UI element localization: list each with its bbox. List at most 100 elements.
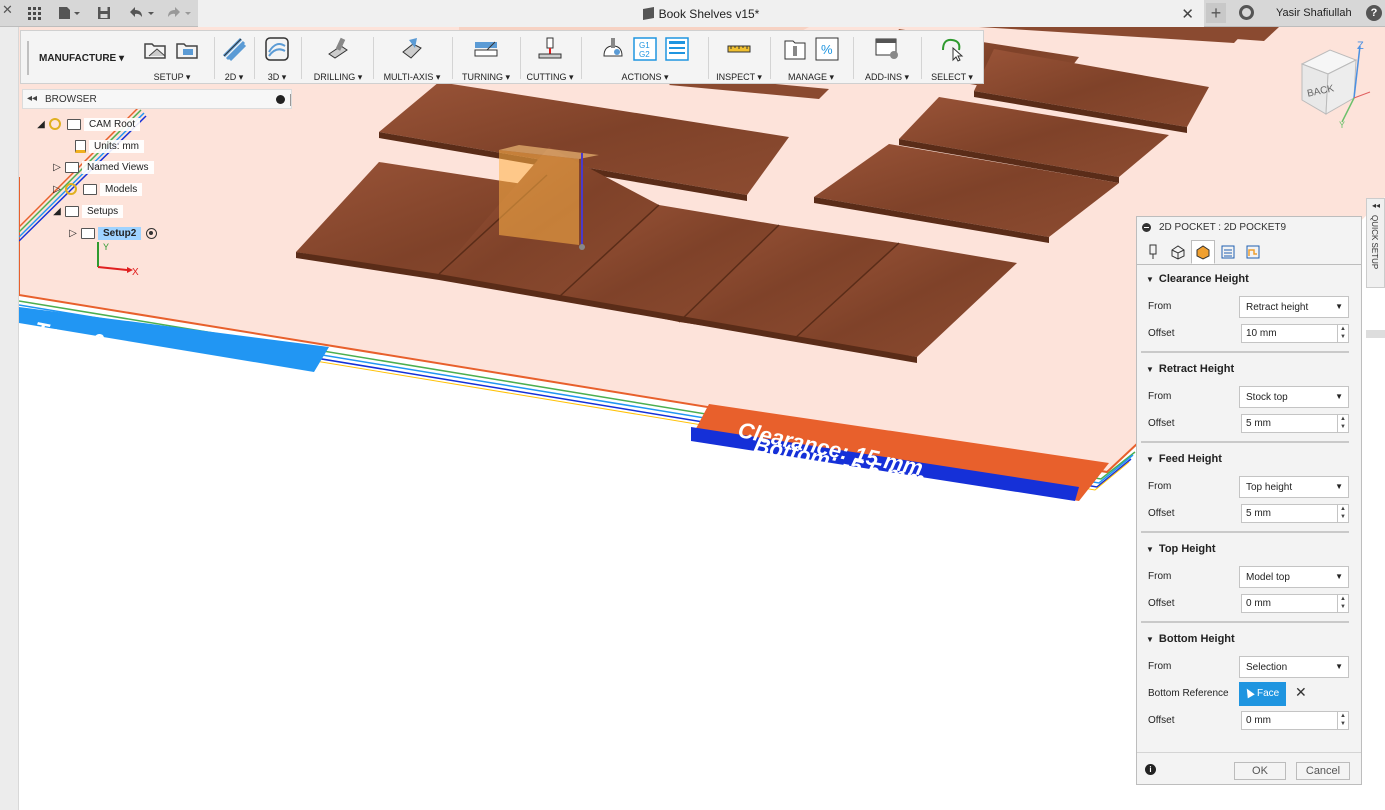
setup-icon[interactable] (142, 35, 170, 63)
3d-group[interactable]: 3D ▾ (257, 31, 297, 85)
new-tab-icon[interactable]: + (1206, 3, 1226, 23)
expand-arrow-icon[interactable]: ▷ (68, 228, 78, 239)
top-from-select[interactable]: Model top ▼ (1239, 566, 1349, 588)
tab-geometry[interactable] (1166, 240, 1190, 264)
inspect-group[interactable]: INSPECT ▾ (711, 31, 767, 85)
spinner-icon[interactable]: ▲ ▼ (1337, 505, 1348, 522)
collapse-dialog-icon[interactable] (1142, 223, 1151, 232)
cancel-button[interactable]: Cancel (1296, 762, 1350, 780)
activate-radio-icon[interactable] (146, 227, 158, 239)
collapse-arrow-icon[interactable]: ◢ (52, 206, 62, 217)
browser-resize-handle[interactable] (290, 94, 291, 106)
redo-icon[interactable] (164, 4, 194, 22)
add-ins-group[interactable]: ADD-INS ▾ (856, 31, 918, 85)
clearance-offset-input[interactable]: 10 mm ▲ ▼ (1241, 324, 1349, 343)
tree-item-units[interactable]: Units: mm (72, 137, 144, 155)
bottom-height-header[interactable]: ▼ Bottom Height (1146, 633, 1235, 645)
job-status-icon[interactable] (1239, 5, 1254, 20)
collapse-arrow-icon[interactable]: ◢ (36, 119, 46, 130)
select-icon[interactable] (938, 35, 966, 63)
select-value: Model top (1246, 572, 1290, 583)
cutting-icon[interactable] (536, 35, 564, 63)
tree-item-setup2[interactable]: ▷ Setup2 (68, 224, 158, 242)
manage-group[interactable]: % MANAGE ▾ (773, 31, 849, 85)
turning-icon[interactable] (472, 35, 500, 63)
user-name[interactable]: Yasir Shafiullah (1276, 7, 1352, 19)
tree-item-setups[interactable]: ◢ Setups (52, 202, 124, 220)
app-grid-icon[interactable] (26, 4, 42, 22)
setup-sheet-icon[interactable] (663, 35, 691, 63)
viewcube-y-label: Y (1339, 120, 1346, 130)
window-close-icon[interactable]: ✕ (2, 2, 13, 18)
units-icon (75, 139, 86, 153)
clearance-height-header[interactable]: ▼ Clearance Height (1146, 273, 1249, 285)
clearance-from-select[interactable]: Retract height ▼ (1239, 296, 1349, 318)
top-height-header[interactable]: ▼ Top Height (1146, 543, 1216, 555)
tree-item-models[interactable]: ▷ Models (52, 180, 143, 198)
info-icon[interactable]: i (1145, 764, 1156, 775)
measure-icon[interactable] (725, 35, 753, 63)
post-process-icon[interactable]: G1 G2 (631, 35, 659, 63)
actions-group[interactable]: G1 G2 ACTIONS ▾ (585, 31, 705, 85)
spinner-icon[interactable]: ▲ ▼ (1337, 712, 1348, 729)
quick-setup-tab[interactable]: ◂◂ QUICK SETUP (1366, 198, 1385, 288)
spinner-icon[interactable]: ▲ ▼ (1337, 595, 1348, 612)
spinner-icon[interactable]: ▲ ▼ (1337, 415, 1348, 432)
tree-item-cam-root[interactable]: ◢ CAM Root (36, 115, 141, 133)
document-tab[interactable]: Book Shelves v15* ✕ (198, 0, 1204, 27)
tab-passes[interactable] (1216, 240, 1240, 264)
workspace-label: MANUFACTURE (39, 52, 117, 64)
3d-adaptive-icon[interactable] (263, 35, 291, 63)
feed-from-select[interactable]: Top height ▼ (1239, 476, 1349, 498)
turning-group[interactable]: TURNING ▾ (455, 31, 517, 85)
top-offset-input[interactable]: 0 mm ▲ ▼ (1241, 594, 1349, 613)
feed-height-header[interactable]: ▼ Feed Height (1146, 453, 1222, 465)
multi-axis-group[interactable]: MULTI-AXIS ▾ (375, 31, 449, 85)
tab-tool[interactable] (1141, 240, 1165, 264)
collapse-browser-icon[interactable]: ◂◂ (27, 93, 37, 104)
tool-library-icon[interactable] (781, 35, 809, 63)
visibility-bulb-icon[interactable] (65, 183, 77, 195)
view-cube[interactable]: BACK Z Y (1290, 40, 1380, 130)
undo-icon[interactable] (126, 4, 156, 22)
expand-icon[interactable]: ◂◂ (1372, 201, 1380, 210)
retract-from-select[interactable]: Stock top ▼ (1239, 386, 1349, 408)
2d-pocket-icon[interactable] (220, 35, 248, 63)
ok-button[interactable]: OK (1234, 762, 1286, 780)
help-icon[interactable]: ? (1366, 5, 1382, 21)
tab-linking[interactable] (1241, 240, 1265, 264)
scripts-icon[interactable] (873, 35, 901, 63)
dialog-title-bar[interactable]: 2D POCKET : 2D POCKET9 (1137, 217, 1361, 239)
save-icon[interactable] (96, 4, 112, 22)
select-value: Top height (1246, 482, 1293, 493)
file-menu-icon[interactable] (57, 4, 81, 22)
tab-close-icon[interactable]: ✕ (1181, 5, 1194, 23)
drilling-group[interactable]: DRILLING ▾ (305, 31, 371, 85)
tree-item-named-views[interactable]: ▷ Named Views (52, 158, 154, 176)
bottom-from-select[interactable]: Selection ▼ (1239, 656, 1349, 678)
workspace-switcher[interactable]: MANUFACTURE ▾ (27, 41, 124, 75)
browser-panel-header[interactable]: ◂◂ BROWSER (22, 89, 292, 109)
2d-group[interactable]: 2D ▾ (217, 31, 251, 85)
side-handle[interactable] (1366, 330, 1385, 338)
retract-offset-input[interactable]: 5 mm ▲ ▼ (1241, 414, 1349, 433)
bottom-offset-input[interactable]: 0 mm ▲ ▼ (1241, 711, 1349, 730)
simulate-icon[interactable] (599, 35, 627, 63)
drill-icon[interactable] (324, 35, 352, 63)
spinner-icon[interactable]: ▲ ▼ (1337, 325, 1348, 342)
select-group[interactable]: SELECT ▾ (924, 31, 980, 85)
feed-offset-input[interactable]: 5 mm ▲ ▼ (1241, 504, 1349, 523)
setup-group[interactable]: SETUP ▾ (133, 31, 211, 85)
browser-pin-icon[interactable] (276, 95, 285, 104)
clear-selection-icon[interactable]: ✕ (1295, 684, 1307, 701)
visibility-bulb-icon[interactable] (49, 118, 61, 130)
post-library-icon[interactable]: % (813, 35, 841, 63)
retract-height-header[interactable]: ▼ Retract Height (1146, 363, 1234, 375)
stock-icon[interactable] (174, 35, 202, 63)
multi-axis-icon[interactable] (398, 35, 426, 63)
bottom-reference-face-button[interactable]: Face (1239, 682, 1286, 706)
expand-arrow-icon[interactable]: ▷ (52, 184, 62, 195)
tab-heights[interactable] (1191, 240, 1215, 264)
cutting-group[interactable]: CUTTING ▾ (523, 31, 577, 85)
expand-arrow-icon[interactable]: ▷ (52, 162, 62, 173)
